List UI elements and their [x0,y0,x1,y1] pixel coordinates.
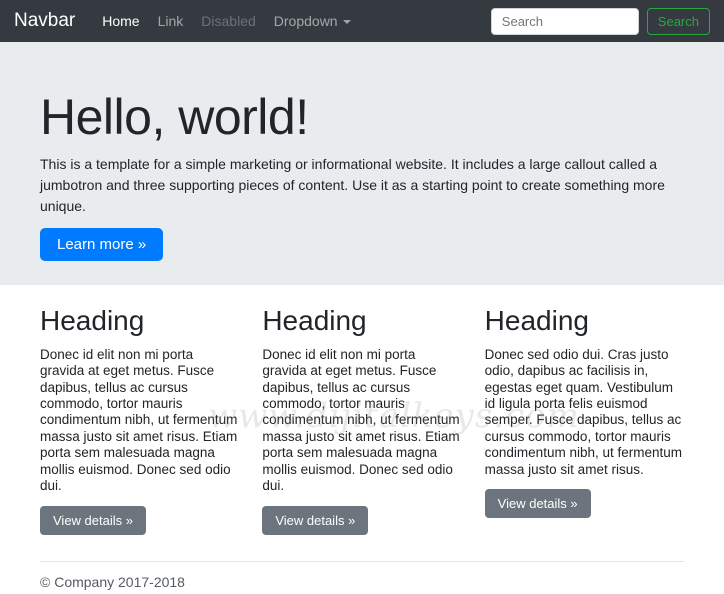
jumbotron: Hello, world! This is a template for a s… [0,42,724,285]
nav-item-dropdown[interactable]: Dropdown [265,7,360,35]
view-details-button-1[interactable]: View details » [40,505,146,535]
navbar-brand[interactable]: Navbar [14,10,75,32]
nav-item-link[interactable]: Link [149,7,193,35]
column-3-heading: Heading [484,305,589,336]
jumbotron-title: Hello, world! [40,89,309,145]
column-1: Heading Donec id elit non mi porta gravi… [40,304,239,535]
copyright-text: © Company 2017-2018 [40,573,185,590]
main-content: Heading Donec id elit non mi porta gravi… [0,304,724,590]
view-details-button-2[interactable]: View details » [262,505,369,535]
footer: © Company 2017-2018 [40,574,684,590]
navbar-left: Navbar Home Link Disabled Dropdown [14,7,360,35]
column-3-text: Donec sed odio dui. Cras justo odio, dap… [484,346,683,477]
nav-item-dropdown-label: Dropdown [273,13,338,29]
column-3: Heading Donec sed odio dui. Cras justo o… [484,304,684,535]
learn-more-button[interactable]: Learn more » [40,228,164,261]
column-2-heading: Heading [262,305,367,336]
column-1-heading: Heading [40,305,145,336]
nav-links: Home Link Disabled Dropdown [93,7,359,35]
column-2-text: Donec id elit non mi porta gravida at eg… [262,346,460,494]
navbar: Navbar Home Link Disabled Dropdown Searc… [0,0,724,42]
nav-item-disabled: Disabled [201,13,256,29]
search-button[interactable]: Search [646,7,710,35]
search-form: Search [490,7,710,35]
jumbotron-description: This is a template for a simple marketin… [40,156,665,214]
search-input[interactable] [490,7,639,35]
column-1-text: Donec id elit non mi porta gravida at eg… [40,346,238,494]
column-2: Heading Donec id elit non mi porta gravi… [262,304,461,535]
footer-divider [40,560,684,562]
chevron-down-icon [342,20,351,24]
columns-row: Heading Donec id elit non mi porta gravi… [40,304,684,535]
view-details-button-3[interactable]: View details » [484,489,591,519]
nav-item-home[interactable]: Home [93,7,148,35]
